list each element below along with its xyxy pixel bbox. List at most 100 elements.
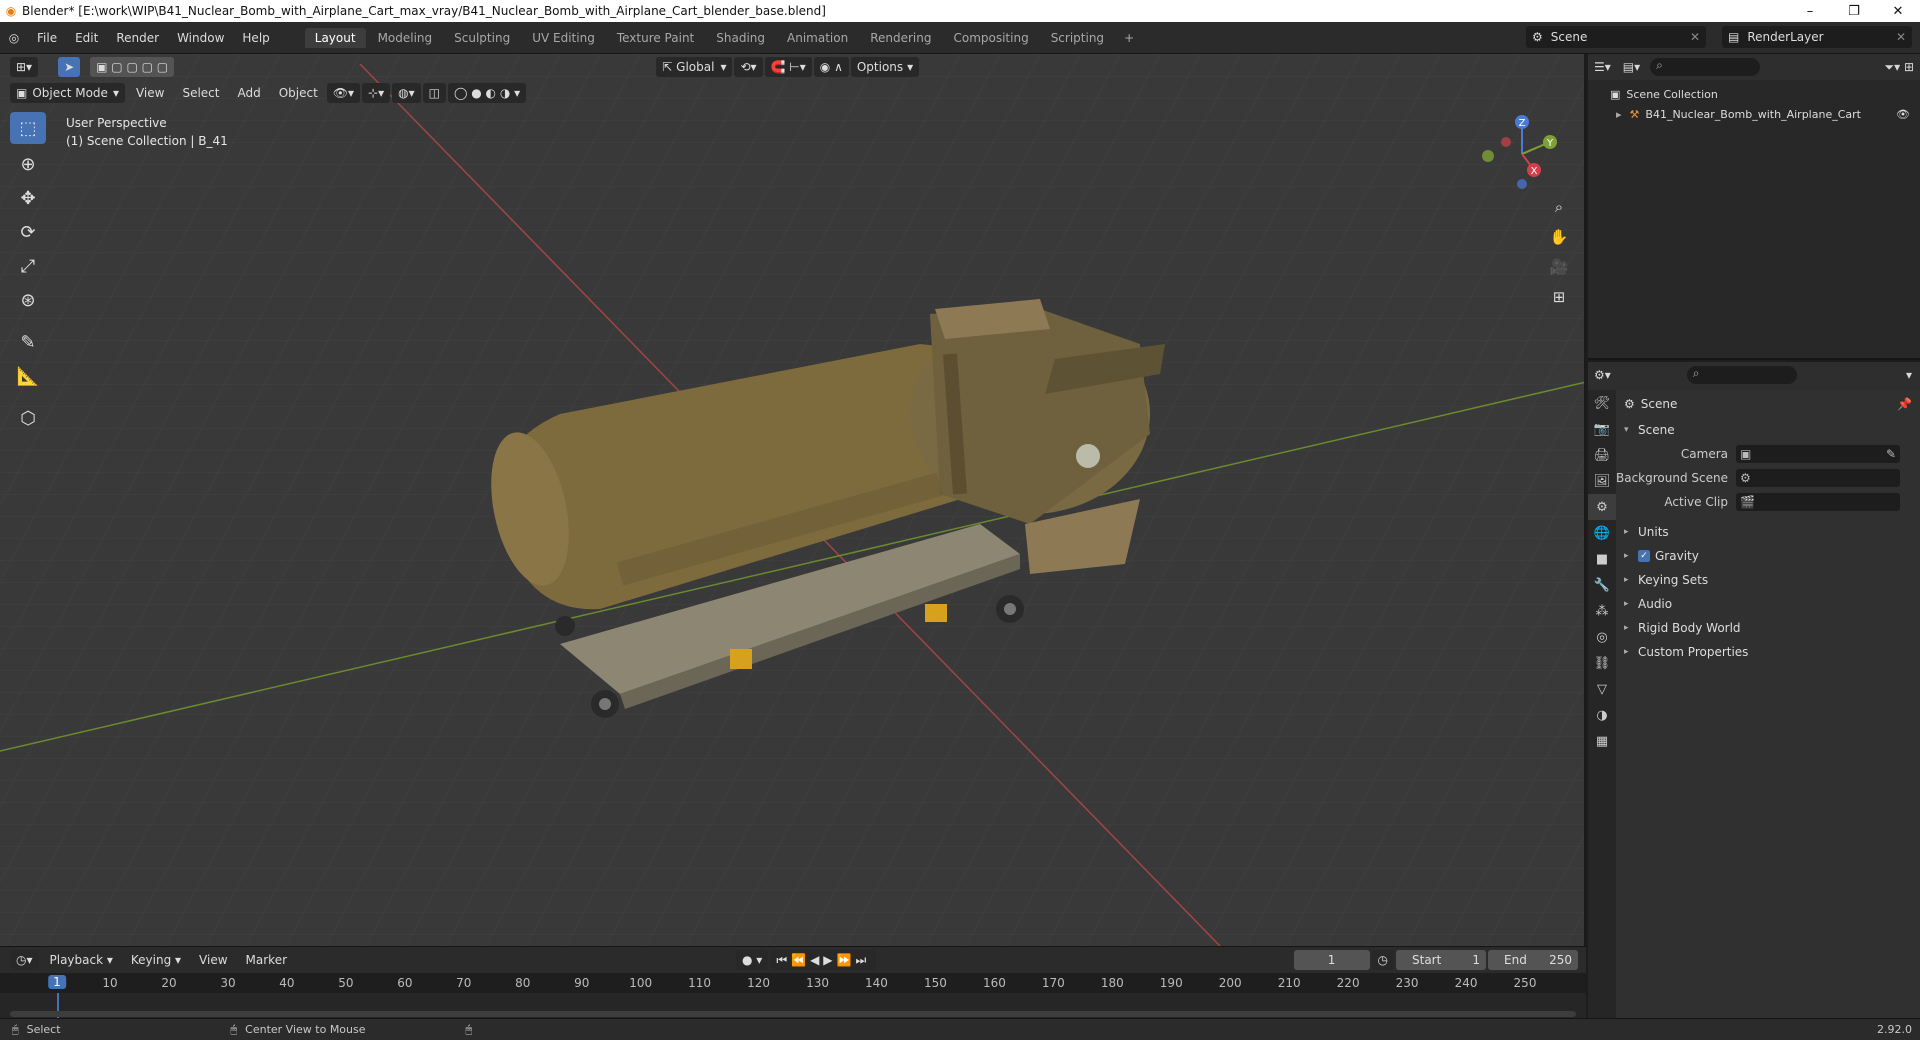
gravity-panel-header[interactable]: ▸ ✓ Gravity (1616, 544, 1920, 568)
timeline-scrollbar[interactable] (10, 1011, 1576, 1017)
timeline-track[interactable] (0, 993, 1586, 1019)
move-tool-icon[interactable]: ✥ (10, 182, 46, 214)
outliner-root-row[interactable]: ▣ Scene Collection (1588, 84, 1920, 104)
menu-edit[interactable]: Edit (66, 31, 107, 45)
timeline-ruler[interactable]: 1 10 20 30 40 50 60 70 80 90 100 110 120 130 140 150 16… (0, 973, 1586, 993)
outliner-search-input[interactable]: ⌕ (1650, 58, 1761, 76)
chevron-down-icon[interactable]: ▾ (1906, 368, 1912, 382)
particles-tab-icon[interactable]: ⁂ (1588, 598, 1616, 624)
menu-help[interactable]: Help (233, 31, 278, 45)
editor-type-icon[interactable]: ⊞▾ (10, 57, 39, 77)
expand-arrow-icon[interactable]: ▸ (1616, 108, 1622, 121)
end-frame-field[interactable]: End 250 (1488, 950, 1578, 970)
select-tool-icon[interactable]: ➤ (58, 57, 81, 77)
modifier-tab-icon[interactable]: 🔧 (1588, 572, 1616, 598)
gizmo-icon[interactable]: ⊹▾ (362, 83, 391, 103)
menu-view[interactable]: View (127, 86, 173, 100)
data-tab-icon[interactable]: ▽ (1588, 676, 1616, 702)
gravity-checkbox[interactable]: ✓ (1638, 550, 1650, 562)
outliner-type-icon[interactable]: ☰▾ (1594, 60, 1611, 74)
active-clip-field[interactable]: 🎬 (1736, 493, 1900, 511)
measure-tool-icon[interactable]: 📐 (10, 360, 46, 392)
xray-icon[interactable]: ◫ (422, 83, 446, 103)
minimize-button[interactable]: – (1788, 4, 1832, 19)
restore-button[interactable]: ❐ (1832, 4, 1876, 19)
current-frame-field[interactable]: 1 (1293, 950, 1370, 970)
shading-modes-icon[interactable]: ◯ ● ◐ ◑ ▾ (448, 83, 527, 103)
units-panel-header[interactable]: ▸ Units (1616, 520, 1920, 544)
cursor-tool-icon[interactable]: ⊕ (10, 148, 46, 180)
options-button[interactable]: Options ▾ (850, 57, 920, 77)
tab-layout[interactable]: Layout (304, 27, 366, 48)
properties-search-input[interactable]: ⌕ (1686, 366, 1797, 384)
close-button[interactable]: ✕ (1876, 4, 1920, 19)
proportional-edit-icon[interactable]: ◉ ∧ (813, 57, 849, 77)
display-mode-icon[interactable]: ▤▾ (1623, 60, 1640, 74)
select-mode-icons[interactable]: ▣ ▢ ▢ ▢ ▢ (90, 57, 175, 77)
menu-view[interactable]: View (190, 953, 236, 967)
rigid-body-world-panel-header[interactable]: ▸ Rigid Body World (1616, 616, 1920, 640)
background-scene-field[interactable]: ⚙ (1736, 469, 1900, 487)
3d-viewport[interactable]: ⊞▾ ➤ ▣ ▢ ▢ ▢ ▢ ⇱ Global ▾ ⟲▾ 🧲 ⊢▾ ◉ ∧ Op… (0, 54, 1586, 946)
pan-hand-icon[interactable]: ✋ (1546, 224, 1572, 250)
menu-playback[interactable]: Playback ▾ (41, 953, 122, 967)
mode-selector[interactable]: ▣ Object Mode ▾ (10, 83, 125, 103)
outliner-editor[interactable]: ☰▾ ▤▾ ⌕ ⏷▾ ⊞ ▣ Scene Collection ▸ ⚒ B41_… (1588, 54, 1920, 360)
zoom-icon[interactable]: ⌕ (1546, 194, 1572, 220)
transform-orientation[interactable]: ⇱ Global ▾ (656, 57, 733, 77)
tab-animation[interactable]: Animation (777, 28, 858, 48)
overlays-icon[interactable]: ◍▾ (392, 83, 421, 103)
tab-shading[interactable]: Shading (706, 28, 775, 48)
tab-texture-paint[interactable]: Texture Paint (607, 28, 704, 48)
render-tab-icon[interactable]: 📷 (1588, 416, 1616, 442)
menu-object[interactable]: Object (270, 86, 327, 100)
tool-tab-icon[interactable]: 🛠 (1588, 390, 1616, 416)
pin-icon[interactable]: 📌 (1897, 397, 1912, 411)
current-frame-indicator[interactable]: 1 (48, 975, 66, 989)
menu-render[interactable]: Render (107, 31, 168, 45)
render-layer-selector[interactable]: ▤ RenderLayer ✕ (1722, 26, 1912, 48)
blender-menu-icon[interactable]: ◎ (0, 31, 28, 45)
rotate-tool-icon[interactable]: ⟳ (10, 216, 46, 248)
add-cube-tool-icon[interactable]: ⬡ (10, 402, 46, 434)
eyedropper-icon[interactable]: ✎ (1886, 447, 1896, 461)
scene-panel-header[interactable]: ▾ Scene (1616, 418, 1920, 442)
scene-tab-icon[interactable]: ⚙ (1588, 494, 1616, 520)
scale-tool-icon[interactable]: ⤢ (10, 250, 46, 282)
close-icon[interactable]: ✕ (1690, 30, 1700, 44)
timeline-editor[interactable]: ◷▾ Playback ▾ Keying ▾ View Marker ● ▾ ⏮… (0, 946, 1586, 1019)
close-icon[interactable]: ✕ (1896, 30, 1906, 44)
scene-selector[interactable]: ⚙ Scene ✕ (1526, 26, 1706, 48)
menu-window[interactable]: Window (168, 31, 233, 45)
menu-file[interactable]: File (28, 31, 66, 45)
snap-icon[interactable]: 🧲 ⊢▾ (764, 57, 812, 77)
menu-marker[interactable]: Marker (237, 953, 296, 967)
playback-controls-icon[interactable]: ⏮⏪◀▶⏩⏭ (770, 950, 877, 970)
record-icon[interactable]: ● ▾ (736, 950, 769, 970)
tab-compositing[interactable]: Compositing (943, 28, 1038, 48)
visibility-icon[interactable]: 👁▾ (326, 83, 361, 103)
properties-type-icon[interactable]: ⚙▾ (1594, 368, 1611, 382)
tab-scripting[interactable]: Scripting (1041, 28, 1114, 48)
clock-icon[interactable]: ◷ (1371, 950, 1394, 970)
properties-editor[interactable]: ⚙▾ ⌕ ▾ 🛠 📷 🖨 🖼 ⚙ 🌐 ■ 🔧 ⁂ ◎ ⛓ ▽ ◑ ▦ ⚙ Sce… (1588, 362, 1920, 1018)
ortho-grid-icon[interactable]: ⊞ (1546, 284, 1572, 310)
audio-panel-header[interactable]: ▸ Audio (1616, 592, 1920, 616)
eye-icon[interactable]: 👁 (1896, 108, 1910, 121)
navigation-gizmo[interactable]: Z Y X (1482, 114, 1562, 194)
tab-rendering[interactable]: Rendering (860, 28, 941, 48)
tab-uv-editing[interactable]: UV Editing (522, 28, 605, 48)
physics-tab-icon[interactable]: ◎ (1588, 624, 1616, 650)
material-tab-icon[interactable]: ◑ (1588, 702, 1616, 728)
add-workspace-icon[interactable]: + (1116, 31, 1142, 45)
start-frame-field[interactable]: Start 1 (1396, 950, 1486, 970)
object-tab-icon[interactable]: ■ (1588, 546, 1616, 572)
timeline-editor-type-icon[interactable]: ◷▾ (10, 950, 39, 970)
select-box-tool-icon[interactable]: ⬚ (10, 112, 46, 144)
menu-add[interactable]: Add (228, 86, 269, 100)
keying-sets-panel-header[interactable]: ▸ Keying Sets (1616, 568, 1920, 592)
camera-view-icon[interactable]: 🎥 (1546, 254, 1572, 280)
pivot-icon[interactable]: ⟲▾ (734, 57, 763, 77)
annotate-tool-icon[interactable]: ✎ (10, 326, 46, 358)
custom-properties-panel-header[interactable]: ▸ Custom Properties (1616, 640, 1920, 664)
